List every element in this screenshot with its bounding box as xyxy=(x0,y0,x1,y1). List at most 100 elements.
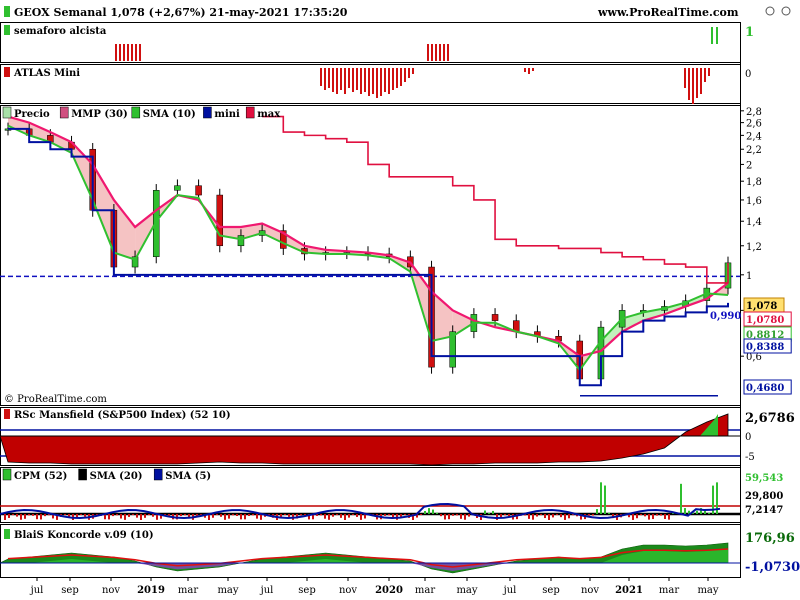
cpm-bar xyxy=(684,508,686,514)
watermark: © ProRealTime.com xyxy=(4,394,107,405)
badge-mini: 0,8388 xyxy=(746,342,784,353)
price-legend-swatch xyxy=(131,106,141,119)
cpm-bar xyxy=(400,514,402,517)
cpm-bar xyxy=(660,514,662,516)
cpm-bar xyxy=(432,509,434,514)
chart: GEOX Semanal 1,078 (+2,67%) 21-may-2021 … xyxy=(0,0,800,596)
x-tick-label: nov xyxy=(102,585,120,596)
cpm-bar xyxy=(64,514,66,516)
semaforo-bar-green xyxy=(711,27,713,44)
cpm-bar xyxy=(228,514,230,519)
badge-last: 1,078 xyxy=(746,301,777,312)
cpm-bar xyxy=(528,514,530,519)
price-legend-swatch xyxy=(245,106,255,119)
cpm-bar xyxy=(344,514,346,520)
cpm-bar xyxy=(356,514,358,517)
x-tick-label: 2020 xyxy=(375,585,403,596)
cpm-bar xyxy=(244,514,246,520)
atlas-bar xyxy=(696,68,698,98)
atlas-bar xyxy=(708,68,710,76)
atlas-bar xyxy=(684,68,686,88)
panel-frames xyxy=(0,22,741,578)
cpm-bar xyxy=(452,514,454,516)
cpm-bar xyxy=(568,514,570,519)
cpm-bar xyxy=(360,514,362,520)
cpm-legend-item: CPM (52) xyxy=(14,471,67,482)
atlas-legend: ATLAS Mini xyxy=(13,68,80,79)
atlas-bar xyxy=(408,68,410,78)
semaforo-bar xyxy=(435,44,437,61)
candle-body xyxy=(174,185,181,191)
x-tick-label: sep xyxy=(298,585,315,596)
badge-max: 1,0780 xyxy=(746,315,784,326)
cpm-bar xyxy=(420,514,422,516)
cpm-legend-item: SMA (5) xyxy=(165,471,211,482)
cpm-bar xyxy=(444,514,446,520)
cpm-bar xyxy=(340,514,342,518)
cpm-bar xyxy=(608,512,610,514)
atlas-bar xyxy=(324,68,326,90)
cpm-bar xyxy=(636,514,638,519)
cpm-bar xyxy=(180,514,182,517)
price-tick-label: 1 xyxy=(746,271,752,282)
price-tick-label: 2,4 xyxy=(746,131,762,142)
candle-body xyxy=(491,314,499,321)
price-tick-label: 2 xyxy=(746,160,752,171)
cpm-bar xyxy=(436,512,438,514)
price-tick-label: 1,6 xyxy=(746,196,762,207)
candle-body xyxy=(237,235,245,247)
cpm-bar xyxy=(232,514,234,516)
x-tick-label: jul xyxy=(260,585,274,596)
cpm-bar xyxy=(708,512,710,514)
cpm-tick-1: 59,543 xyxy=(745,473,783,484)
atlas-bar xyxy=(356,68,358,90)
header-icon xyxy=(4,6,10,17)
koncorde-legend-icon xyxy=(4,529,10,539)
x-axis: jul sep nov 2019 mar may jul sep nov 2020 mar may ju… xyxy=(30,577,719,596)
cpm-bar xyxy=(80,514,82,516)
cpm-bar xyxy=(216,514,218,516)
atlas-bar xyxy=(340,68,342,90)
candle-body xyxy=(216,194,224,247)
cpm-bar xyxy=(680,483,682,514)
cpm-bar xyxy=(592,514,594,516)
atlas-axis-label: 0 xyxy=(745,69,751,80)
price-legend-item: max xyxy=(257,109,281,120)
cpm-bar xyxy=(384,514,386,516)
semaforo-bar xyxy=(447,44,449,61)
atlas-bar xyxy=(320,68,322,86)
cpm-bar xyxy=(560,514,562,518)
site-label: www.ProRealTime.com xyxy=(597,6,739,19)
semaforo-bar xyxy=(443,44,445,61)
cpm-bar xyxy=(664,514,666,519)
x-tick-label: nov xyxy=(339,585,357,596)
atlas-bar xyxy=(400,68,402,86)
cpm-bar xyxy=(24,514,26,519)
cpm-bar xyxy=(320,514,322,516)
atlas-bar xyxy=(704,68,706,82)
semaforo-bar xyxy=(427,44,429,61)
price-tick-label: 2,6 xyxy=(746,119,762,130)
x-tick-label: may xyxy=(456,585,477,596)
semaforo-legend-icon xyxy=(4,25,10,35)
semaforo-bar xyxy=(115,44,117,61)
cpm-bar xyxy=(136,514,138,518)
cpm-bar xyxy=(212,514,214,518)
atlas-bar xyxy=(700,68,702,94)
price-legend-item: mini xyxy=(214,109,240,120)
atlas-bar xyxy=(396,68,398,88)
cpm-bar xyxy=(32,514,34,516)
panel-frame-1 xyxy=(0,64,741,104)
cpm-bar xyxy=(440,514,442,517)
cpm-bar xyxy=(352,514,354,516)
cpm-legend: CPM (52) SMA (20) SMA (5) xyxy=(2,468,211,482)
atlas-bar xyxy=(532,68,534,71)
panel-frame-0 xyxy=(0,22,741,63)
cpm-bar xyxy=(336,514,338,516)
x-tick-label: 2021 xyxy=(615,585,643,596)
cpm-bar xyxy=(696,510,698,514)
atlas-bar xyxy=(344,68,346,94)
cpm-bar xyxy=(640,514,642,516)
price-legend-item: Precio xyxy=(14,109,50,120)
atlas-bar xyxy=(376,68,378,98)
